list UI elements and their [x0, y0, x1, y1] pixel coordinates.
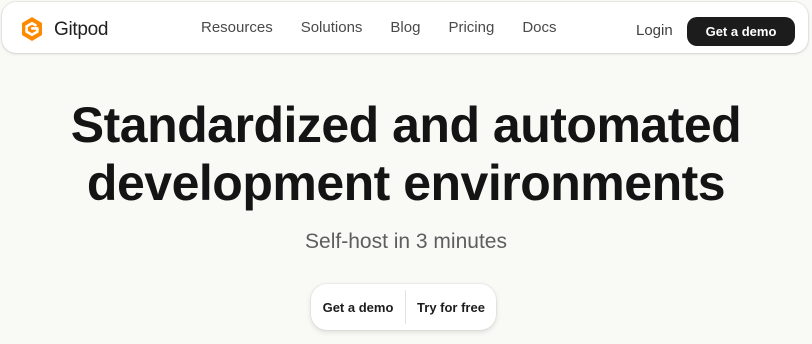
cta-get-demo-button[interactable]: Get a demo	[311, 284, 405, 330]
hero-title-line-2: development environments	[86, 155, 726, 211]
nav-link-docs[interactable]: Docs	[522, 18, 556, 38]
nav-link-resources[interactable]: Resources	[201, 18, 273, 38]
hero-title-line-1: Standardized and automated	[70, 97, 742, 153]
nav-link-pricing[interactable]: Pricing	[448, 18, 494, 38]
hero-title: Standardized and automated development e…	[0, 96, 812, 212]
brand-name: Gitpod	[54, 18, 109, 40]
nav-link-solutions[interactable]: Solutions	[301, 18, 363, 38]
cta-try-free-button[interactable]: Try for free	[406, 284, 496, 330]
cta-button-group: Get a demo Try for free	[311, 284, 496, 330]
nav-get-demo-button[interactable]: Get a demo	[687, 17, 795, 46]
hero-subtitle: Self-host in 3 minutes	[305, 230, 507, 253]
brand-logo-link[interactable]: Gitpod	[18, 14, 108, 44]
nav-link-blog[interactable]: Blog	[390, 18, 420, 38]
main-nav: Resources Solutions Blog Pricing Docs	[201, 18, 557, 38]
top-navbar: Gitpod Resources Solutions Blog Pricing …	[2, 2, 808, 53]
login-link[interactable]: Login	[636, 21, 673, 41]
gitpod-logo-icon	[22, 17, 42, 41]
